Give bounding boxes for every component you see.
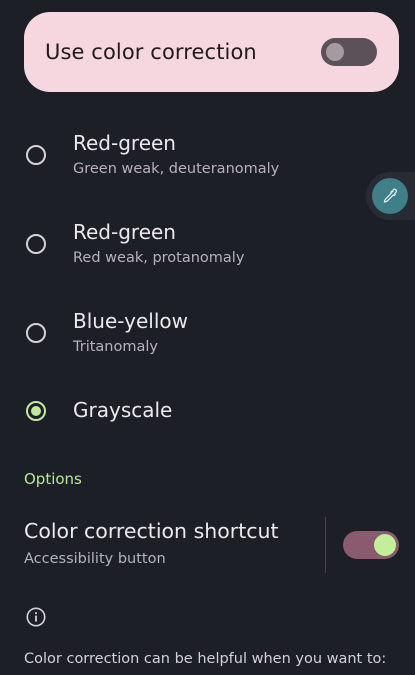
floating-accessibility-button[interactable] bbox=[366, 172, 415, 220]
info-description: Color correction can be helpful when you… bbox=[24, 651, 387, 667]
shortcut-subtitle: Accessibility button bbox=[24, 551, 166, 567]
shortcut-title: Color correction shortcut bbox=[24, 519, 279, 543]
switch-thumb bbox=[374, 534, 396, 556]
mode-subtitle: Green weak, deuteranomaly bbox=[73, 161, 280, 177]
use-color-correction-label: Use color correction bbox=[45, 40, 257, 64]
mode-title: Red-green bbox=[73, 131, 176, 155]
radio-button[interactable] bbox=[26, 145, 46, 165]
options-section-title: Options bbox=[24, 470, 82, 488]
use-color-correction-switch[interactable] bbox=[321, 38, 377, 66]
shortcut-switch[interactable] bbox=[343, 531, 399, 559]
info-icon bbox=[25, 606, 47, 628]
mode-title: Red-green bbox=[73, 220, 176, 244]
mode-option-protanomaly[interactable]: Red-green Red weak, protanomaly bbox=[0, 219, 415, 271]
mode-option-grayscale[interactable]: Grayscale bbox=[0, 397, 415, 425]
eyedropper-icon bbox=[372, 178, 408, 214]
color-correction-shortcut-row[interactable]: Color correction shortcut Accessibility … bbox=[0, 515, 415, 575]
mode-option-tritanomaly[interactable]: Blue-yellow Tritanomaly bbox=[0, 308, 415, 360]
radio-button[interactable] bbox=[26, 234, 46, 254]
mode-title: Grayscale bbox=[73, 398, 173, 422]
radio-button[interactable] bbox=[26, 323, 46, 343]
mode-subtitle: Tritanomaly bbox=[73, 339, 158, 355]
mode-title: Blue-yellow bbox=[73, 309, 188, 333]
switch-thumb bbox=[326, 43, 344, 61]
radio-button-selected[interactable] bbox=[26, 401, 46, 421]
color-correction-settings: Use color correction Red-green Green wea… bbox=[0, 0, 415, 675]
mode-option-deuteranomaly[interactable]: Red-green Green weak, deuteranomaly bbox=[0, 130, 415, 182]
divider bbox=[325, 517, 326, 573]
use-color-correction-card[interactable]: Use color correction bbox=[24, 12, 399, 92]
mode-subtitle: Red weak, protanomaly bbox=[73, 250, 245, 266]
